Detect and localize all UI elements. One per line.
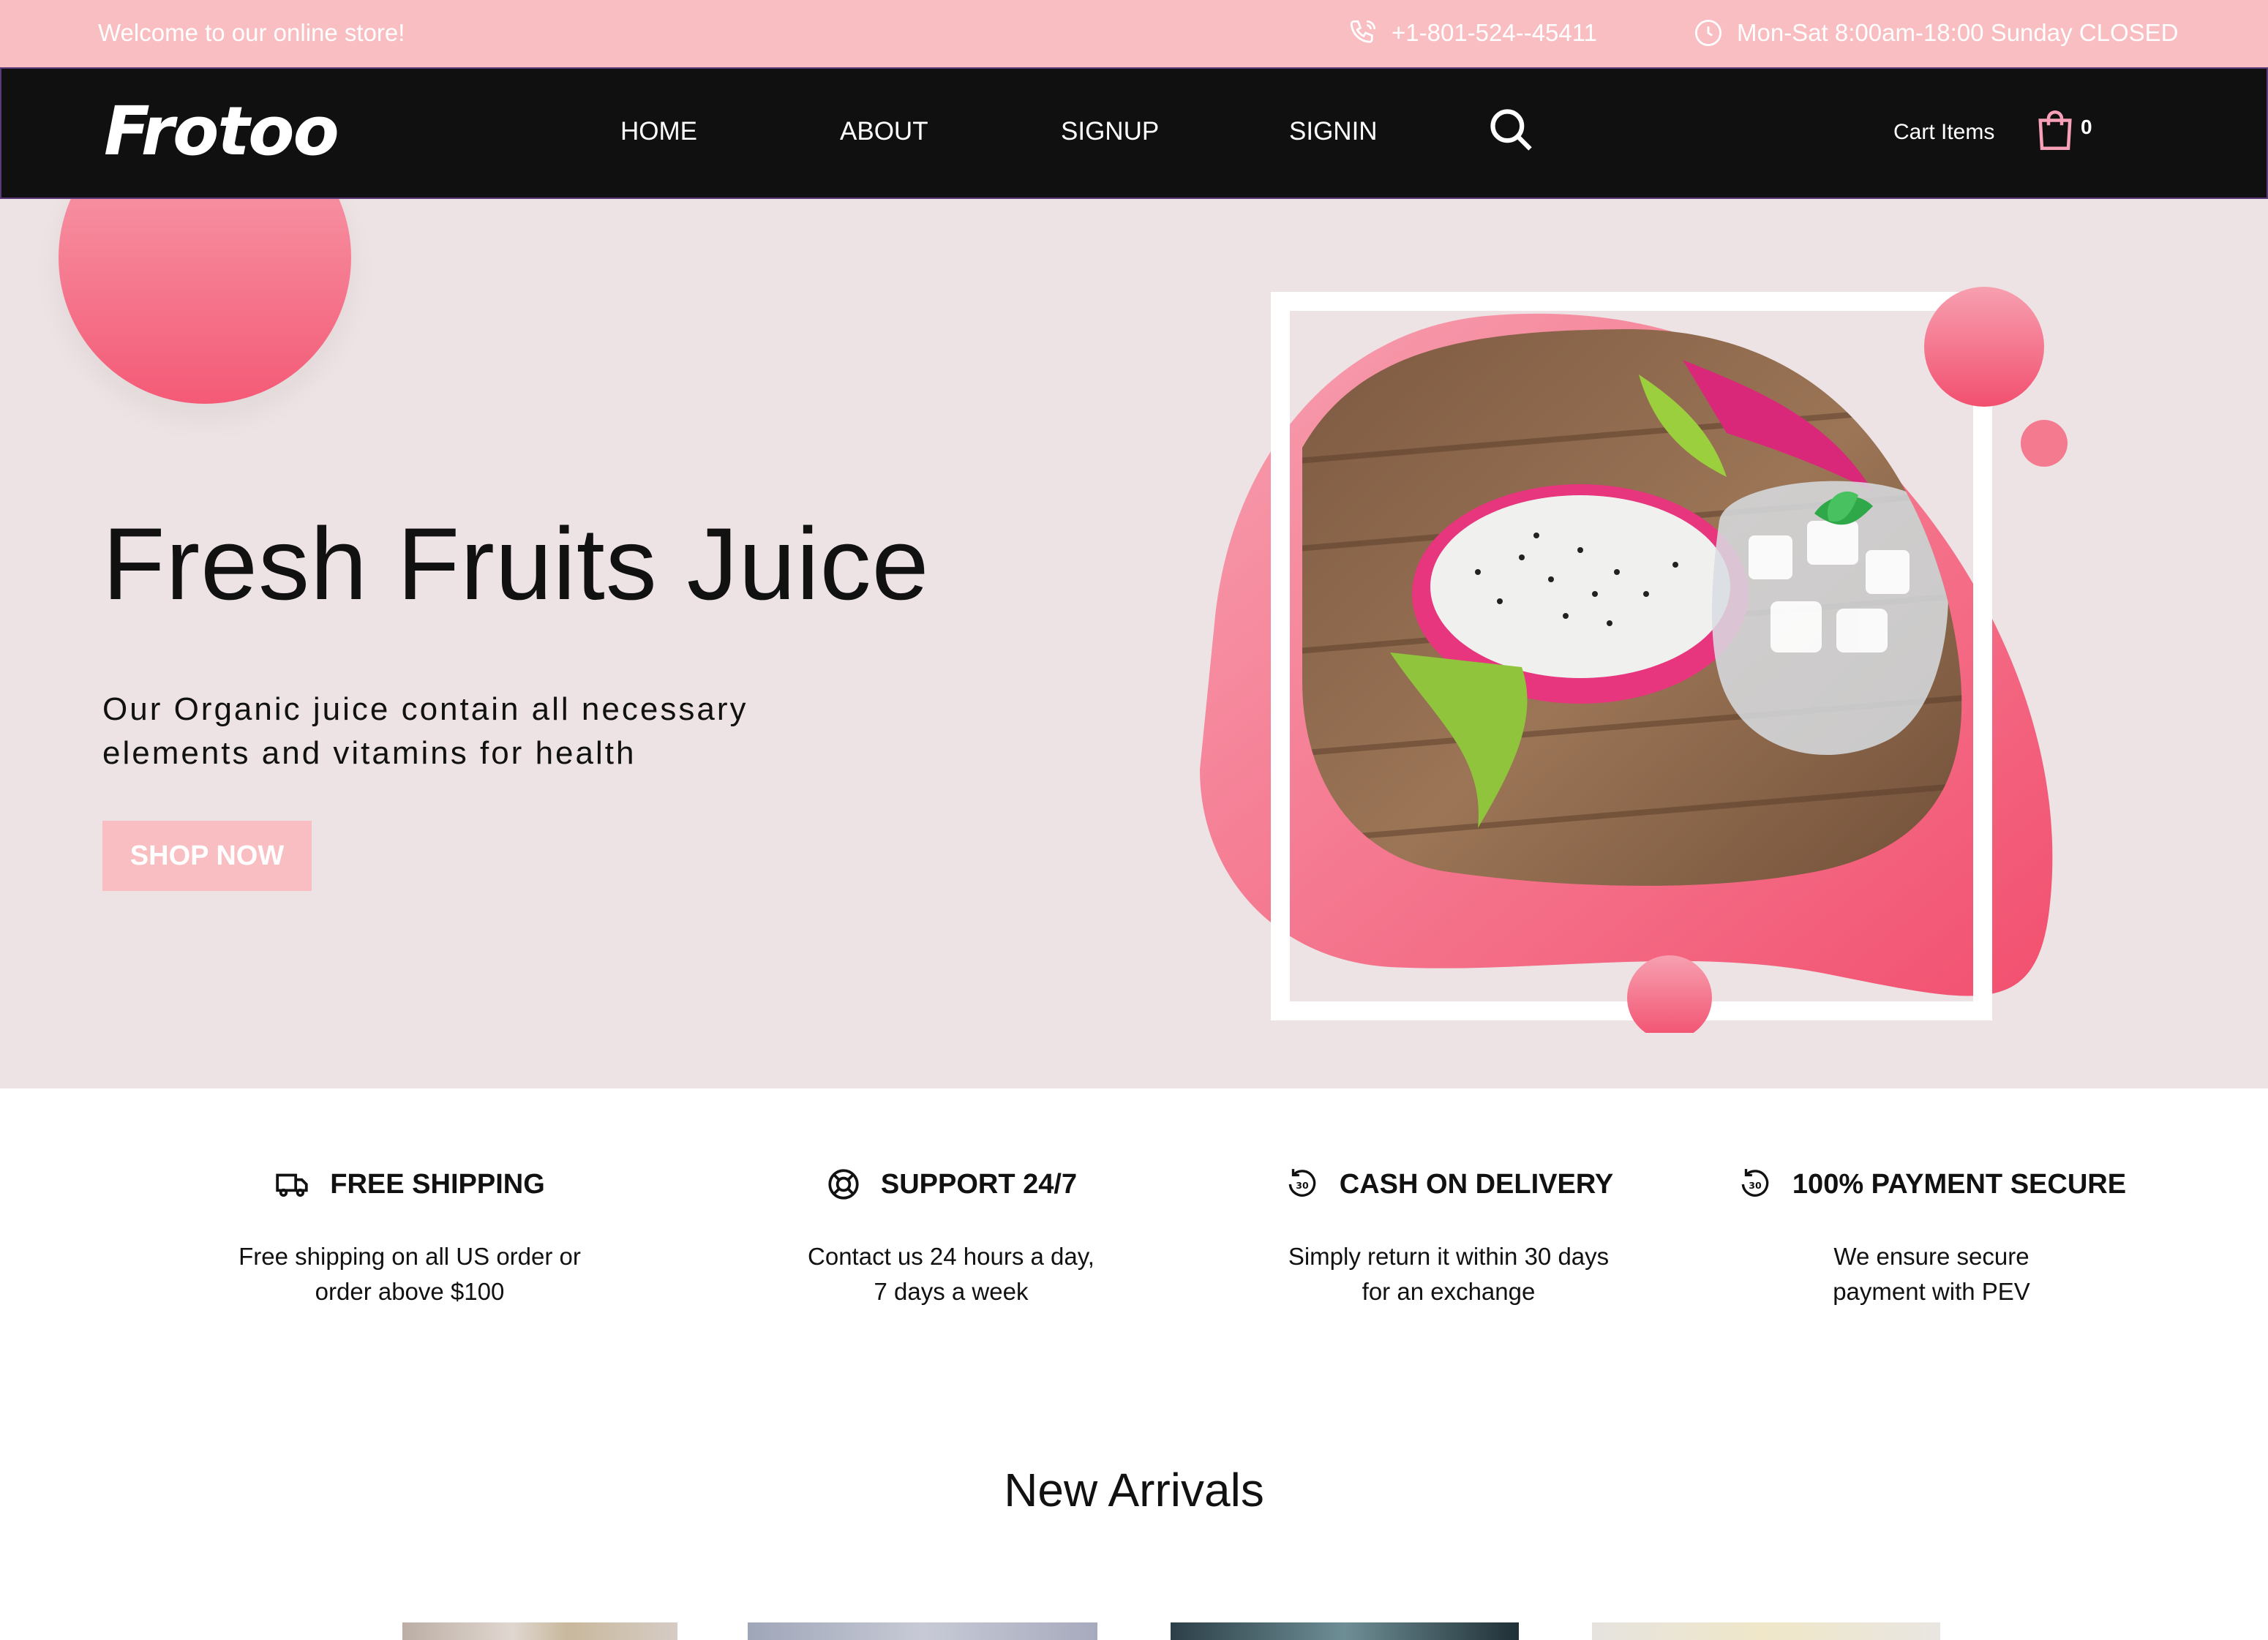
nav-home[interactable]: HOME <box>620 117 697 146</box>
product-card-image[interactable] <box>1171 1622 1519 1640</box>
nav-signin[interactable]: SIGNIN <box>1289 117 1378 146</box>
hero-subtitle-line1: Our Organic juice contain all necessary <box>102 691 748 727</box>
truck-icon <box>276 1173 308 1197</box>
site-logo[interactable]: Frotoo <box>104 92 339 170</box>
phone-icon <box>1350 20 1376 43</box>
svg-text:30: 30 <box>1749 1180 1762 1191</box>
lifebuoy-icon <box>828 1169 859 1200</box>
feature-payment-secure: 30 100% PAYMENT SECURE We ensure secure … <box>1712 1166 2151 1309</box>
feature-desc-line1: Simply return it within 30 days <box>1288 1243 1610 1270</box>
main-navbar: Frotoo HOME ABOUT SIGNUP SIGNIN Cart Ite… <box>0 67 2268 199</box>
clock-icon <box>1694 19 1722 47</box>
hero-dragonfruit-image <box>1200 287 2068 1033</box>
feature-desc-line1: Free shipping on all US order or <box>239 1243 581 1270</box>
hero-subtitle-line2: elements and vitamins for health <box>102 735 637 771</box>
feature-support: SUPPORT 24/7 Contact us 24 hours a day, … <box>732 1166 1171 1309</box>
cart-count-badge: 0 <box>2081 116 2092 138</box>
feature-desc-line1: Contact us 24 hours a day, <box>808 1243 1094 1270</box>
hero-subtitle: Our Organic juice contain all necessary … <box>102 688 834 775</box>
feature-title: SUPPORT 24/7 <box>880 1168 1078 1200</box>
feature-desc-line2: payment with PEV <box>1833 1278 2030 1305</box>
nav-signup[interactable]: SIGNUP <box>1061 117 1159 146</box>
nav-about[interactable]: ABOUT <box>840 117 928 146</box>
feature-cash-on-delivery: 30 CASH ON DELIVERY Simply return it wit… <box>1229 1166 1668 1309</box>
search-icon[interactable] <box>1487 105 1536 155</box>
return-30-icon: 30 <box>1288 1169 1316 1197</box>
return-30-icon: 30 <box>1741 1169 1769 1197</box>
decorative-circle <box>59 199 351 404</box>
feature-desc-line1: We ensure secure <box>1833 1243 2029 1270</box>
phone-contact[interactable]: +1-801-524--45411 <box>1348 18 1597 48</box>
shop-now-button[interactable]: SHOP NOW <box>102 821 312 891</box>
feature-title: 100% PAYMENT SECURE <box>1792 1168 2127 1200</box>
hero-title: Fresh Fruits Juice <box>102 506 930 621</box>
svg-text:30: 30 <box>1296 1180 1309 1191</box>
features-section: FREE SHIPPING Free shipping on all US or… <box>0 1088 2268 1396</box>
top-info-bar: Welcome to our online store! +1-801-524-… <box>0 0 2268 67</box>
feature-title: CASH ON DELIVERY <box>1339 1168 1614 1200</box>
new-arrivals-heading: New Arrivals <box>1004 1464 1264 1516</box>
store-hours: Mon-Sat 8:00am-18:00 Sunday CLOSED <box>1693 18 2179 48</box>
product-card-image[interactable] <box>1592 1622 1940 1640</box>
product-card-image[interactable] <box>748 1622 1097 1640</box>
feature-desc-line2: 7 days a week <box>874 1278 1029 1305</box>
welcome-message: Welcome to our online store! <box>98 19 405 46</box>
feature-desc-line2: order above $100 <box>315 1278 505 1305</box>
product-card-image[interactable] <box>402 1622 677 1640</box>
shopping-bag-icon[interactable] <box>2035 108 2075 152</box>
hero-banner: Fresh Fruits Juice Our Organic juice con… <box>0 199 2268 1088</box>
feature-free-shipping: FREE SHIPPING Free shipping on all US or… <box>190 1166 629 1309</box>
feature-title: FREE SHIPPING <box>330 1168 545 1200</box>
hours-text: Mon-Sat 8:00am-18:00 Sunday CLOSED <box>1737 19 2179 46</box>
feature-desc-line2: for an exchange <box>1362 1278 1536 1305</box>
phone-number: +1-801-524--45411 <box>1392 19 1598 46</box>
cart-label[interactable]: Cart Items <box>1893 120 1994 145</box>
